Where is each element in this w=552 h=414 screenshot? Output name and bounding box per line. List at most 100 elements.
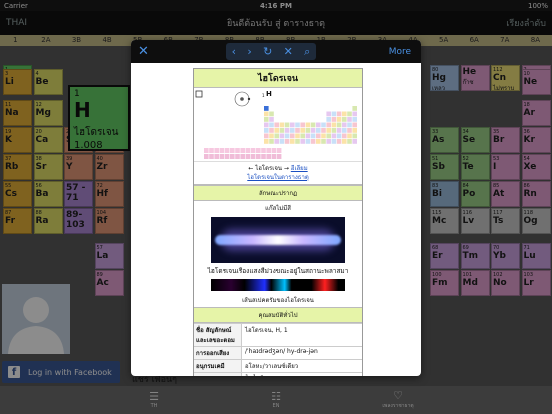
mini-table-cell <box>269 122 274 128</box>
mini-table-cell <box>264 106 269 111</box>
mini-table-cell <box>347 111 352 117</box>
spectrum-caption: เส้นสเปคตรัมของไฮโดรเจน <box>242 297 314 304</box>
mini-table-cell <box>305 128 311 133</box>
mini-table-cell <box>224 148 230 153</box>
mini-table-cell <box>264 128 269 133</box>
mini-table-cell <box>305 133 311 139</box>
mini-table-cell <box>271 148 277 153</box>
mini-table-cell <box>250 154 256 159</box>
property-value: ไฮโดรเจน, H, 1 <box>245 327 288 334</box>
mini-table-cell <box>269 139 274 144</box>
mini-table-cell <box>264 139 269 144</box>
forward-icon[interactable]: › <box>247 45 251 58</box>
element-diagram: H 1 <box>194 88 362 162</box>
appearance-header: ลักษณะปรากฏ <box>194 185 362 201</box>
mini-table-cell <box>274 133 279 139</box>
in-table-link[interactable]: ไฮโดรเจนในตารางธาตุ <box>247 174 308 181</box>
mini-table-cell <box>271 154 277 159</box>
mini-table-cell <box>276 154 282 159</box>
general-properties-header: คุณสมบัติทั่วไป <box>194 307 362 323</box>
mini-table-cell <box>321 133 326 139</box>
reload-icon[interactable]: ↻ <box>263 45 272 58</box>
property-value: 1, 1, s <box>242 373 362 376</box>
next-element-link[interactable]: ฮีเลียม <box>291 165 308 172</box>
mini-table-cell <box>264 133 269 139</box>
mini-table-cell <box>274 128 279 133</box>
mini-table-cell <box>331 133 337 139</box>
mini-table-cell <box>342 111 347 117</box>
appearance-caption: แก๊สไม่มีสี <box>265 205 291 212</box>
mini-table-cell <box>284 133 290 139</box>
mini-table-cell <box>230 154 235 159</box>
wiki-modal: ✕ ‹ › ↻ ✕ ⌕ More ไฮโดรเจน H 1 ← ไฮโดรเจน… <box>131 40 421 376</box>
mini-table-cell <box>352 133 357 139</box>
mini-table-cell <box>235 148 240 153</box>
mini-table-cell <box>290 133 295 139</box>
mini-table-cell <box>310 139 316 144</box>
mini-table-cell <box>295 133 300 139</box>
close-icon[interactable]: ✕ <box>138 44 152 59</box>
mini-table-cell <box>279 139 285 144</box>
mini-table-cell <box>347 122 352 128</box>
mini-table-cell <box>342 139 347 144</box>
mini-table-cell <box>279 133 285 139</box>
mini-table-cell <box>240 148 245 153</box>
mini-table-cell <box>264 122 269 128</box>
mini-table-cell <box>347 117 352 122</box>
mini-table-cell <box>256 154 261 159</box>
mini-table-cell <box>331 128 337 133</box>
mini-table-cell <box>316 133 321 139</box>
property-key: หมู่ คาบ และบล็อก <box>194 373 242 376</box>
mini-table-cell <box>209 154 214 159</box>
mini-table-cell <box>316 139 321 144</box>
mini-table-cell <box>256 148 261 153</box>
property-row: ชื่อ สัญลักษณ์ และเลขอะตอม ไฮโดรเจน, H, 1 <box>194 323 362 346</box>
property-key: ชื่อ สัญลักษณ์ และเลขอะตอม <box>194 324 242 346</box>
mini-table-cell <box>214 148 219 153</box>
mini-table-cell <box>245 148 251 153</box>
mini-table-cell <box>352 106 357 111</box>
mini-table-cell <box>342 128 347 133</box>
mini-table-cell <box>352 128 357 133</box>
element-infobox: ไฮโดรเจน H 1 ← ไฮโดรเจน → ฮีเลียม ไฮโดรเ… <box>193 68 363 376</box>
mini-table-cell <box>274 122 279 128</box>
mini-table-cell <box>219 148 225 153</box>
mini-table-cell <box>347 128 352 133</box>
mini-table-cell <box>284 122 290 128</box>
mini-table-cell <box>274 139 279 144</box>
mini-table-cell <box>250 148 256 153</box>
mini-table-cell <box>326 133 331 139</box>
mini-table-cell <box>209 148 214 153</box>
back-icon[interactable]: ‹ <box>232 45 236 58</box>
mini-table-cell <box>316 122 321 128</box>
mini-table-cell <box>316 128 321 133</box>
mini-table-cell <box>235 154 240 159</box>
mini-table-cell <box>342 117 347 122</box>
properties-table: ชื่อ สัญลักษณ์ และเลขอะตอม ไฮโดรเจน, H, 1… <box>194 323 362 376</box>
mini-table-cell <box>326 139 331 144</box>
periodic-position-diagram <box>195 90 357 159</box>
spectrum-image <box>211 279 345 291</box>
mini-table-cell <box>326 117 331 122</box>
mini-table-cell <box>305 122 311 128</box>
mini-table-cell <box>305 139 311 144</box>
mini-table-cell <box>331 122 337 128</box>
mini-table-cell <box>331 117 337 122</box>
mini-table-cell <box>261 148 266 153</box>
mini-table-cell <box>336 133 342 139</box>
mini-table-cell <box>321 122 326 128</box>
search-icon[interactable]: ⌕ <box>304 45 310 59</box>
mini-table-cell <box>326 111 331 117</box>
mini-table-cell <box>261 154 266 159</box>
mini-table-cell <box>300 133 305 139</box>
mini-table-cell <box>204 148 209 153</box>
property-value: /ˈhaɪdrədʒən/ hy-drə-jən <box>245 348 318 355</box>
mini-table-cell <box>300 139 305 144</box>
mini-table-cell <box>331 111 337 117</box>
stop-icon[interactable]: ✕ <box>284 45 293 58</box>
more-button[interactable]: More <box>389 47 411 57</box>
prev-element-link[interactable]: ไฮโดรเจน <box>255 165 282 172</box>
mini-table-cell <box>240 154 245 159</box>
mini-table-cell <box>326 122 331 128</box>
mini-table-cell <box>264 111 269 117</box>
